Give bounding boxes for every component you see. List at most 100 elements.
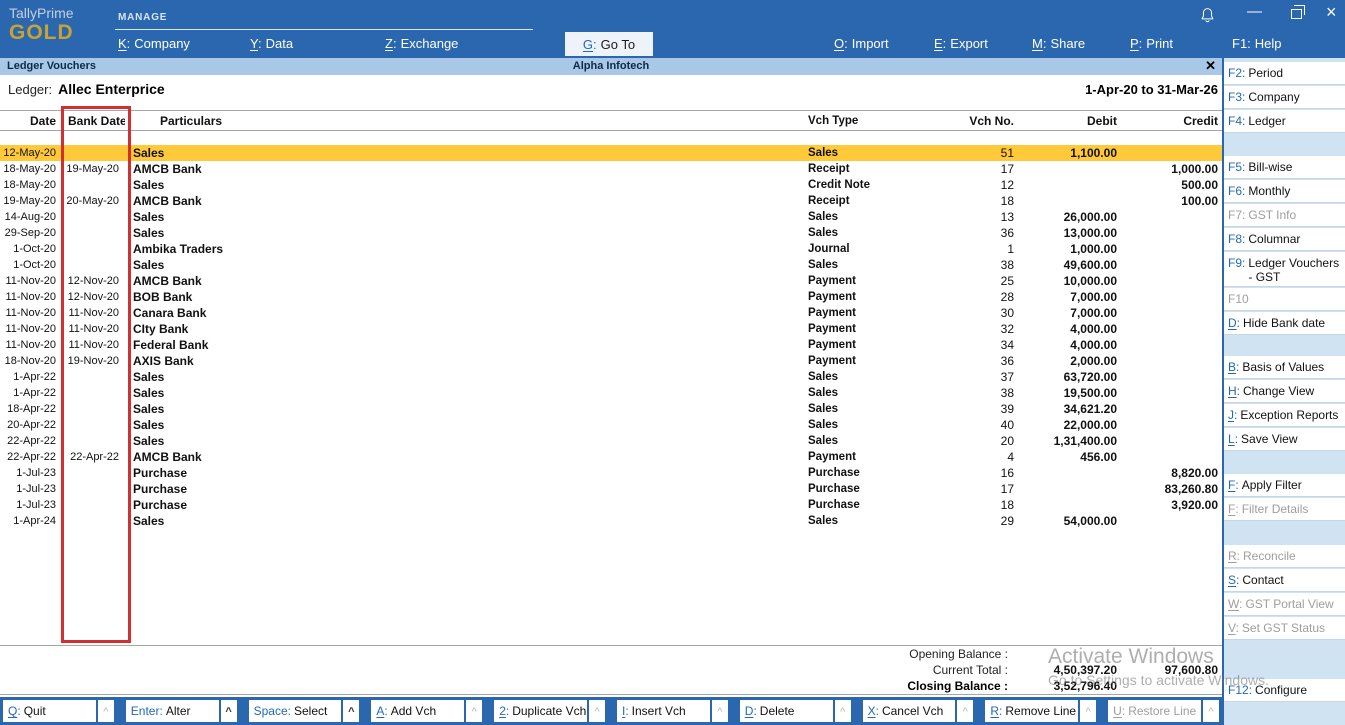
goto-label: Go To	[601, 37, 635, 52]
table-row[interactable]: 20-Apr-22 Sales Sales 40 22,000.00	[0, 417, 1222, 433]
table-row[interactable]: 1-Apr-24 Sales Sales 29 54,000.00	[0, 513, 1222, 529]
bottom-bar-insert-vch[interactable]: I:Insert Vch ^	[617, 700, 728, 722]
cell-bank-date	[58, 465, 125, 481]
cell-particulars: Sales	[125, 209, 806, 225]
bottom-bar-button-face[interactable]: Q:Quit	[3, 700, 96, 722]
sidebar-item-key: R:	[1228, 549, 1240, 563]
table-row[interactable]: 11-Nov-20 12-Nov-20 BOB Bank Payment 28 …	[0, 289, 1222, 305]
expand-caret-icon[interactable]: ^	[343, 700, 359, 722]
close-screen-button[interactable]: ✕	[1205, 58, 1216, 74]
sidebar-item-change-view[interactable]: H: Change View	[1224, 380, 1345, 403]
expand-caret-icon[interactable]: ^	[957, 700, 973, 722]
cell-bank-date	[58, 481, 125, 497]
bottom-bar-delete[interactable]: D:Delete ^	[740, 700, 851, 722]
sidebar-item-key: F7:	[1228, 208, 1245, 222]
bottom-bar-add-vch[interactable]: A:Add Vch ^	[371, 700, 482, 722]
bottom-bar-button-face[interactable]: I:Insert Vch	[617, 700, 710, 722]
table-row[interactable]: 11-Nov-20 11-Nov-20 Federal Bank Payment…	[0, 337, 1222, 353]
expand-caret-icon[interactable]: ^	[1080, 700, 1096, 722]
table-row[interactable]: 18-Apr-22 Sales Sales 39 34,621.20	[0, 401, 1222, 417]
bottom-bar-button-face[interactable]: R:Remove Line	[985, 700, 1078, 722]
expand-caret-icon[interactable]: ^	[589, 700, 605, 722]
expand-caret-icon[interactable]: ^	[221, 700, 237, 722]
sidebar-item-monthly[interactable]: F6: Monthly	[1224, 180, 1345, 203]
menu-share[interactable]: M:Share	[1032, 36, 1085, 51]
sidebar-item-key: L:	[1228, 432, 1238, 446]
sidebar-item-columnar[interactable]: F8: Columnar	[1224, 228, 1345, 251]
expand-caret-icon[interactable]: ^	[712, 700, 728, 722]
cell-bank-date: 12-Nov-20	[58, 289, 125, 305]
notification-bell-icon[interactable]	[1200, 7, 1215, 29]
table-row[interactable]: 11-Nov-20 11-Nov-20 Canara Bank Payment …	[0, 305, 1222, 321]
sidebar-item-exception-reports[interactable]: J: Exception Reports	[1224, 404, 1345, 427]
bottom-bar-quit[interactable]: Q:Quit ^	[3, 700, 114, 722]
menu-import[interactable]: O:Import	[834, 36, 889, 51]
bottom-bar-button-face[interactable]: X:Cancel Vch	[863, 700, 956, 722]
table-row[interactable]: 22-Apr-22 Sales Sales 20 1,31,400.00	[0, 433, 1222, 449]
expand-caret-icon[interactable]: ^	[835, 700, 851, 722]
menu-data[interactable]: Y:Data	[250, 36, 293, 51]
sidebar-item-ledger[interactable]: F4: Ledger	[1224, 110, 1345, 133]
sidebar-item-ledger-vouchers-gst[interactable]: F9: Ledger Vouchers - GST	[1224, 252, 1345, 287]
sidebar-item-hide-bank-date[interactable]: D: Hide Bank date	[1224, 312, 1345, 335]
sidebar-item-basis-of-values[interactable]: B: Basis of Values	[1224, 356, 1345, 379]
menu-company[interactable]: K:Company	[118, 36, 190, 51]
bottom-bar-button-face[interactable]: D:Delete	[740, 700, 833, 722]
cell-date: 22-Apr-22	[0, 433, 58, 449]
cell-date: 1-Oct-20	[0, 241, 58, 257]
bottom-bar-alter[interactable]: Enter:Alter ^	[126, 700, 237, 722]
bottom-bar-select[interactable]: Space:Select ^	[249, 700, 360, 722]
bottom-bar-remove-line[interactable]: R:Remove Line ^	[985, 700, 1096, 722]
table-row[interactable]: 11-Nov-20 11-Nov-20 CIty Bank Payment 32…	[0, 321, 1222, 337]
sidebar-item-apply-filter[interactable]: F: Apply Filter	[1224, 474, 1345, 497]
table-row[interactable]: 29-Sep-20 Sales Sales 36 13,000.00	[0, 225, 1222, 241]
cell-vch-type: Sales	[806, 385, 966, 401]
menu-help[interactable]: F1:Help	[1232, 36, 1282, 51]
menu-label: Help	[1255, 36, 1282, 51]
table-row[interactable]: 18-May-20 19-May-20 AMCB Bank Receipt 17…	[0, 161, 1222, 177]
table-row[interactable]: 1-Apr-22 Sales Sales 37 63,720.00	[0, 369, 1222, 385]
table-row[interactable]: 1-Jul-23 Purchase Purchase 17 83,260.80	[0, 481, 1222, 497]
column-header-credit: Credit	[1117, 114, 1220, 128]
bottom-bar-button-face[interactable]: U:Restore Line	[1108, 700, 1201, 722]
table-row[interactable]: 18-Nov-20 19-Nov-20 AXIS Bank Payment 36…	[0, 353, 1222, 369]
totals-section: Opening Balance : Current Total : 4,50,3…	[0, 645, 1222, 695]
table-row[interactable]: 1-Oct-20 Sales Sales 38 49,600.00	[0, 257, 1222, 273]
sidebar-item-save-view[interactable]: L: Save View	[1224, 428, 1345, 451]
bottom-bar-cancel-vch[interactable]: X:Cancel Vch ^	[863, 700, 974, 722]
expand-caret-icon[interactable]: ^	[1203, 700, 1219, 722]
bottom-bar-button-face[interactable]: A:Add Vch	[371, 700, 464, 722]
table-row[interactable]: 1-Jul-23 Purchase Purchase 18 3,920.00	[0, 497, 1222, 513]
expand-caret-icon[interactable]: ^	[98, 700, 114, 722]
sidebar-item-period[interactable]: F2: Period	[1224, 62, 1345, 85]
table-row[interactable]: 1-Jul-23 Purchase Purchase 16 8,820.00	[0, 465, 1222, 481]
sidebar-item-label: Save View	[1241, 432, 1297, 446]
menu-exchange[interactable]: Z:Exchange	[385, 36, 458, 51]
goto-button[interactable]: G: Go To	[565, 32, 653, 56]
bottom-bar-label: Quit	[24, 704, 46, 718]
sidebar-item-bill-wise[interactable]: F5: Bill-wise	[1224, 156, 1345, 179]
sidebar-item-configure[interactable]: F12: Configure	[1224, 679, 1345, 702]
table-row[interactable]: 11-Nov-20 12-Nov-20 AMCB Bank Payment 25…	[0, 273, 1222, 289]
minimize-button[interactable]: —	[1247, 3, 1262, 20]
table-row[interactable]: 22-Apr-22 22-Apr-22 AMCB Bank Payment 4 …	[0, 449, 1222, 465]
bottom-bar-button-face[interactable]: Enter:Alter	[126, 700, 219, 722]
expand-caret-icon[interactable]: ^	[466, 700, 482, 722]
bottom-bar-button-face[interactable]: 2:Duplicate Vch	[494, 700, 587, 722]
bottom-bar-duplicate-vch[interactable]: 2:Duplicate Vch ^	[494, 700, 605, 722]
table-row[interactable]: 19-May-20 20-May-20 AMCB Bank Receipt 18…	[0, 193, 1222, 209]
bottom-bar-button-face[interactable]: Space:Select	[249, 700, 342, 722]
cell-date: 1-Oct-20	[0, 257, 58, 273]
close-window-button[interactable]: ×	[1326, 2, 1337, 23]
table-row[interactable]: 12-May-20 Sales Sales 51 1,100.00	[0, 145, 1222, 161]
menu-export[interactable]: E:Export	[934, 36, 988, 51]
table-row[interactable]: 14-Aug-20 Sales Sales 13 26,000.00	[0, 209, 1222, 225]
table-row[interactable]: 1-Oct-20 Ambika Traders Journal 1 1,000.…	[0, 241, 1222, 257]
table-row[interactable]: 18-May-20 Sales Credit Note 12 500.00	[0, 177, 1222, 193]
restore-button[interactable]	[1291, 9, 1302, 19]
sidebar-item-company[interactable]: F3: Company	[1224, 86, 1345, 109]
menu-print[interactable]: P:Print	[1130, 36, 1173, 51]
sidebar-item-key: F:	[1228, 502, 1239, 516]
sidebar-item-contact[interactable]: S: Contact	[1224, 569, 1345, 592]
table-row[interactable]: 1-Apr-22 Sales Sales 38 19,500.00	[0, 385, 1222, 401]
